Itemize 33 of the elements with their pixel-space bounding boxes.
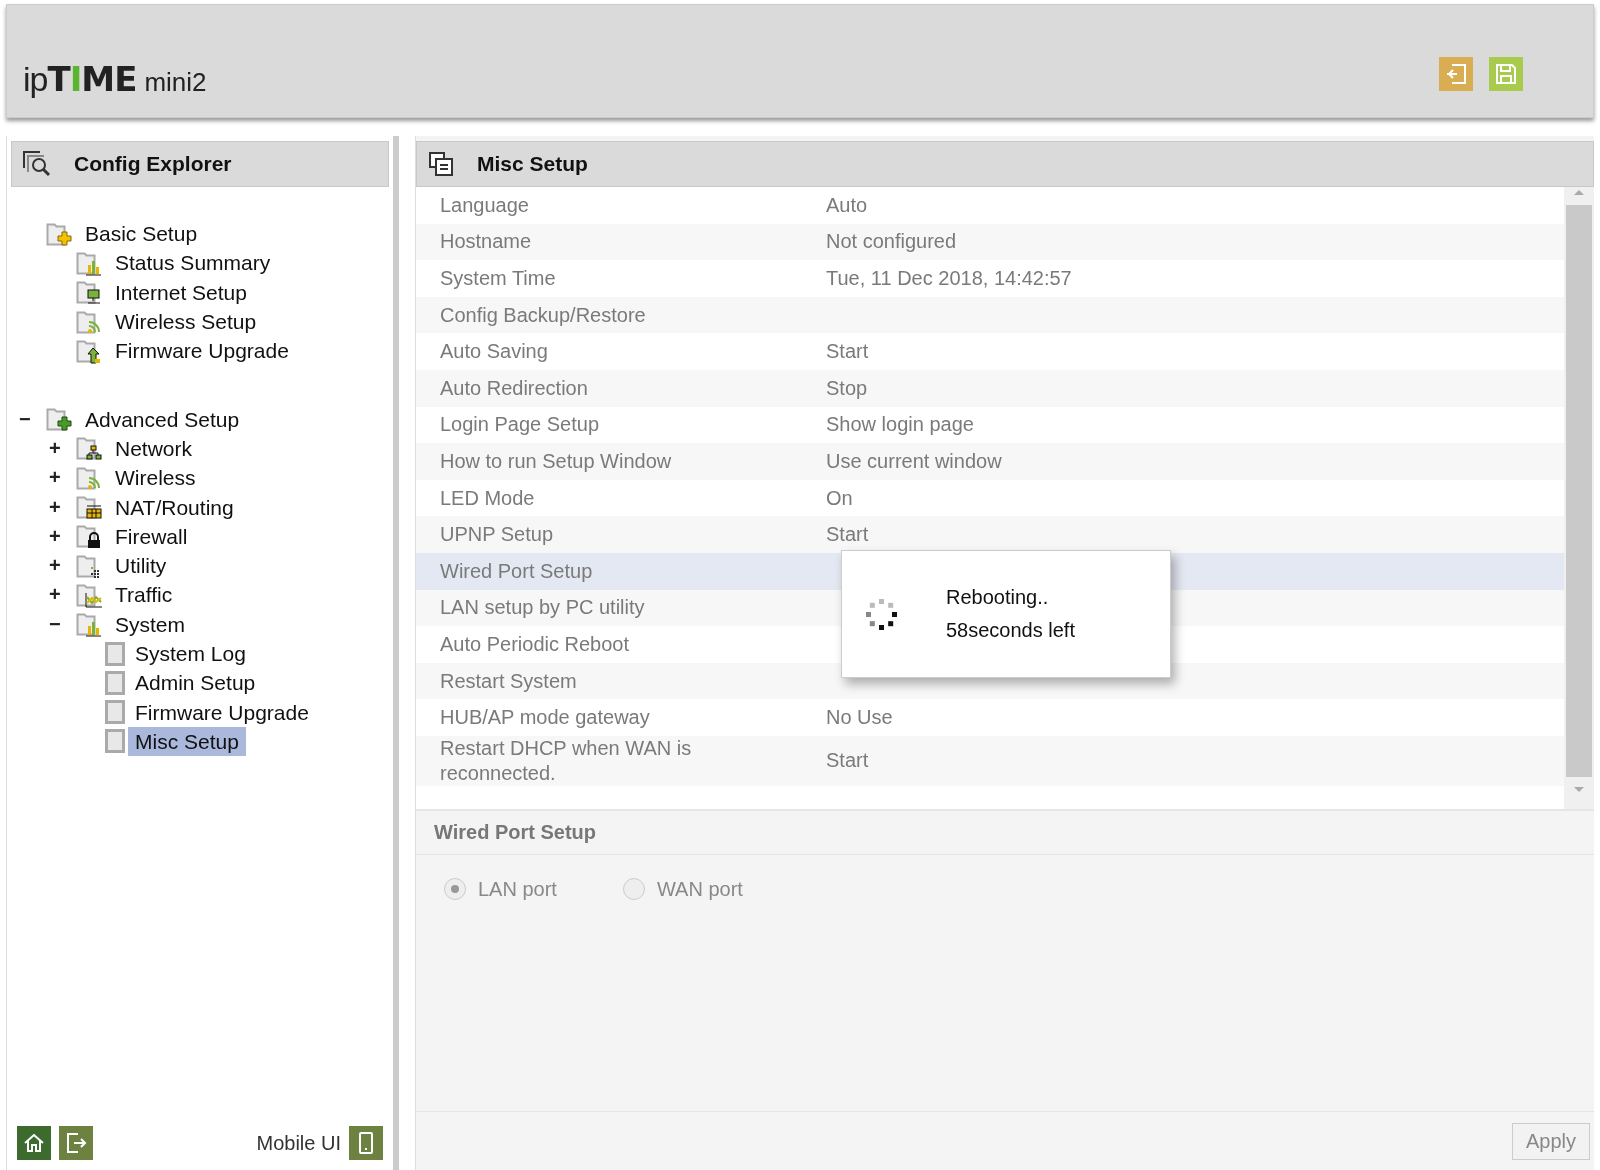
setting-label: Restart DHCP when WAN is reconnected. (439, 735, 693, 786)
setting-label: How to run Setup Window (439, 448, 673, 474)
dialog-message: Rebooting.. (946, 586, 1050, 609)
panel-title: Misc Setup (477, 152, 588, 176)
dialog-message: 58seconds left (946, 619, 1075, 642)
setting-label: LAN setup by PC utility (439, 595, 646, 621)
setting-label: Auto Saving (439, 339, 549, 365)
setting-value: Tue, 11 Dec 2018, 14:42:57 (826, 267, 1072, 290)
setting-value: Not configured (826, 230, 957, 254)
setting-value: Start (826, 749, 869, 773)
setting-label: Language (439, 192, 530, 218)
setting-label: Auto Periodic Reboot (439, 631, 630, 657)
setting-label: LED Mode (439, 485, 536, 511)
setting-value: Use current window (826, 449, 1002, 473)
setting-label: Login Page Setup (439, 412, 601, 438)
panel-title: Config Explorer (74, 152, 232, 176)
setting-label: HUB/AP mode gateway (439, 705, 651, 731)
setting-label: UPNP Setup (439, 522, 555, 548)
setting-value: On (826, 486, 853, 510)
setting-label: Auto Redirection (439, 375, 589, 401)
setting-label: Wired Port Setup (439, 558, 594, 584)
setting-label: Restart System (439, 668, 578, 694)
section-title: Wired Port Setup (416, 811, 1594, 855)
setting-value: Auto (826, 193, 868, 217)
setting-value: No Use (826, 706, 893, 730)
logo: ipTIME mini2 (23, 59, 207, 99)
setting-label: Hostname (439, 229, 533, 255)
setting-value: Start (826, 340, 869, 364)
setting-label: System Time (439, 266, 557, 291)
setting-value: Start (826, 523, 869, 547)
setting-value: Stop (826, 376, 868, 400)
setting-label: Config Backup/Restore (439, 302, 647, 328)
setting-value: Show login page (826, 413, 974, 437)
